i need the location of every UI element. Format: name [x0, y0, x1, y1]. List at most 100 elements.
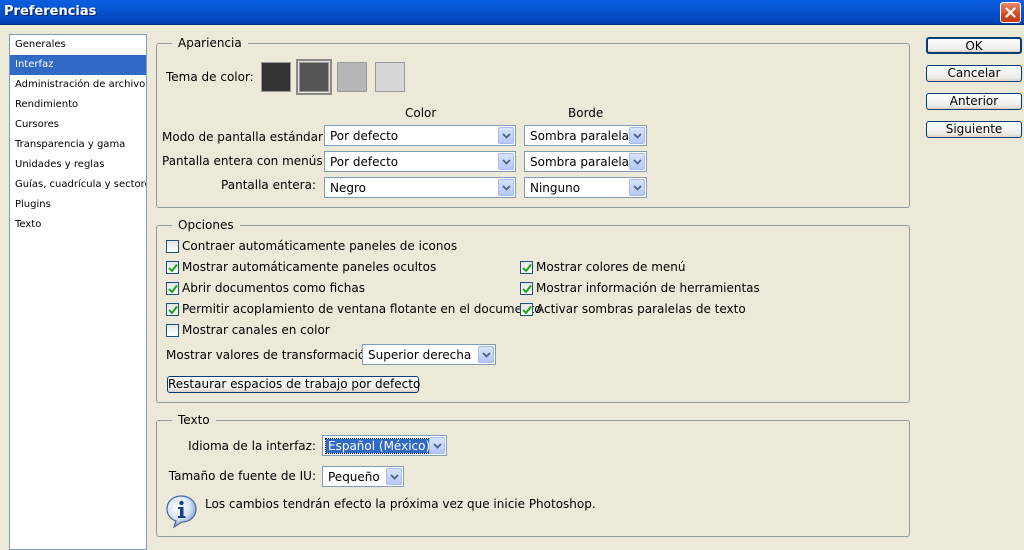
checkmark-icon	[522, 263, 532, 273]
opciones-group: Opciones Contraer automáticamente panele…	[156, 218, 910, 403]
apariencia-group: Apariencia Tema de color: Color Borde Mo…	[156, 36, 910, 208]
sidebar-item-texto[interactable]: Texto	[10, 215, 146, 235]
ui-font-size-label: Tamaño de fuente de IU:	[168, 469, 316, 483]
dropdown-arrow	[478, 346, 494, 363]
color-theme-label: Tema de color:	[166, 70, 254, 84]
auto-show-hidden-panels-label: Mostrar automáticamente paneles ocultos	[182, 260, 437, 274]
border-column-header: Borde	[568, 106, 604, 120]
texto-legend: Texto	[172, 413, 216, 427]
checkmark-icon	[168, 284, 178, 294]
standard-screen-color-value: Por defecto	[330, 129, 399, 143]
sidebar-item-interfaz[interactable]: Interfaz	[10, 55, 146, 75]
open-docs-as-tabs-label: Abrir documentos como fichas	[182, 281, 365, 295]
standard-screen-border-select[interactable]: Sombra paralela	[524, 125, 647, 146]
restore-workspaces-button[interactable]: Restaurar espacios de trabajo por defect…	[167, 376, 420, 393]
fullscreen-menus-label: Pantalla entera con menús:	[162, 154, 327, 168]
show-tool-tips-label: Mostrar información de herramientas	[536, 281, 760, 295]
chevron-down-icon	[389, 473, 399, 480]
fullscreen-menus-color-value: Por defecto	[330, 155, 399, 169]
chevron-down-icon	[481, 351, 491, 358]
title-bar: Preferencias	[0, 0, 1024, 25]
close-icon	[1005, 7, 1016, 18]
sidebar-item-cursores[interactable]: Cursores	[10, 115, 146, 135]
open-docs-as-tabs-checkbox[interactable]	[166, 282, 179, 295]
theme-swatch-4[interactable]	[375, 62, 405, 92]
sidebar-item-transparencia-gama[interactable]: Transparencia y gama	[10, 135, 146, 155]
transform-values-label: Mostrar valores de transformación:	[166, 348, 377, 362]
color-column-header: Color	[405, 106, 437, 120]
dropdown-arrow	[629, 127, 645, 144]
info-icon	[166, 495, 197, 529]
chevron-down-icon	[432, 442, 442, 449]
transform-values-value: Superior derecha	[368, 348, 472, 362]
collapse-icon-panels-checkbox[interactable]	[166, 240, 179, 253]
checkmark-icon	[168, 263, 178, 273]
show-menu-colors-checkbox[interactable]	[520, 261, 533, 274]
auto-show-hidden-panels-checkbox[interactable]	[166, 261, 179, 274]
info-message: Los cambios tendrán efecto la próxima ve…	[205, 497, 596, 511]
chevron-down-icon	[632, 184, 642, 191]
chevron-down-icon	[632, 158, 642, 165]
fullscreen-color-value: Negro	[330, 181, 366, 195]
close-button[interactable]	[1000, 2, 1021, 23]
theme-swatch-2	[299, 62, 329, 92]
opciones-legend: Opciones	[172, 218, 240, 232]
show-tool-tips-checkbox[interactable]	[520, 282, 533, 295]
dropdown-arrow	[498, 179, 514, 196]
dropdown-arrow	[498, 127, 514, 144]
checkmark-icon	[522, 305, 532, 315]
chevron-down-icon	[501, 184, 511, 191]
floating-window-docking-label: Permitir acoplamiento de ventana flotant…	[182, 302, 542, 316]
standard-screen-border-value: Sombra paralela	[530, 129, 630, 143]
fullscreen-label: Pantalla entera:	[221, 178, 316, 192]
theme-swatch-2-selected[interactable]	[296, 59, 332, 95]
transform-values-select[interactable]: Superior derecha	[362, 344, 496, 365]
sidebar-item-administracion-archivos[interactable]: Administración de archivos	[10, 75, 146, 95]
text-drop-shadows-checkbox[interactable]	[520, 303, 533, 316]
theme-swatch-1[interactable]	[261, 62, 291, 92]
fullscreen-color-select[interactable]: Negro	[324, 177, 516, 198]
interface-language-value: Español (México)	[324, 438, 434, 454]
chevron-down-icon	[632, 132, 642, 139]
show-channels-in-color-checkbox[interactable]	[166, 324, 179, 337]
chevron-down-icon	[501, 158, 511, 165]
show-channels-in-color-label: Mostrar canales en color	[182, 323, 330, 337]
checkmark-icon	[168, 305, 178, 315]
collapse-icon-panels-label: Contraer automáticamente paneles de icon…	[182, 239, 458, 253]
fullscreen-border-select[interactable]: Ninguno	[524, 177, 647, 198]
dropdown-arrow	[629, 153, 645, 170]
dropdown-arrow	[629, 179, 645, 196]
apariencia-legend: Apariencia	[172, 36, 248, 50]
window-title: Preferencias	[4, 4, 97, 19]
sidebar-item-generales[interactable]: Generales	[10, 35, 146, 55]
text-drop-shadows-label: Activar sombras paralelas de texto	[536, 302, 746, 316]
next-button[interactable]: Siguiente	[926, 121, 1022, 138]
category-list[interactable]: Generales Interfaz Administración de arc…	[9, 34, 147, 550]
standard-screen-color-select[interactable]: Por defecto	[324, 125, 516, 146]
sidebar-item-guias-cuadricula-sectores[interactable]: Guías, cuadrícula y sectores	[10, 175, 146, 195]
texto-group: Texto Idioma de la interfaz: Español (Mé…	[156, 413, 910, 537]
ui-font-size-select[interactable]: Pequeño	[322, 466, 404, 487]
sidebar-item-rendimiento[interactable]: Rendimiento	[10, 95, 146, 115]
fullscreen-menus-border-value: Sombra paralela	[530, 155, 630, 169]
show-menu-colors-label: Mostrar colores de menú	[536, 260, 686, 274]
fullscreen-border-value: Ninguno	[530, 181, 581, 195]
theme-swatch-3[interactable]	[337, 62, 367, 92]
ui-font-size-value: Pequeño	[328, 470, 380, 484]
checkmark-icon	[522, 284, 532, 294]
fullscreen-menus-color-select[interactable]: Por defecto	[324, 151, 516, 172]
interface-language-select[interactable]: Español (México)	[322, 435, 447, 456]
dropdown-arrow	[429, 437, 445, 454]
dropdown-arrow	[386, 468, 402, 485]
dropdown-arrow	[498, 153, 514, 170]
sidebar-item-unidades-reglas[interactable]: Unidades y reglas	[10, 155, 146, 175]
interface-language-label: Idioma de la interfaz:	[188, 439, 316, 453]
fullscreen-menus-border-select[interactable]: Sombra paralela	[524, 151, 647, 172]
sidebar-item-plugins[interactable]: Plugins	[10, 195, 146, 215]
ok-button[interactable]: OK	[926, 37, 1022, 54]
floating-window-docking-checkbox[interactable]	[166, 303, 179, 316]
chevron-down-icon	[501, 132, 511, 139]
previous-button[interactable]: Anterior	[926, 93, 1022, 110]
cancel-button[interactable]: Cancelar	[926, 65, 1022, 82]
standard-screen-mode-label: Modo de pantalla estándar:	[162, 130, 327, 144]
